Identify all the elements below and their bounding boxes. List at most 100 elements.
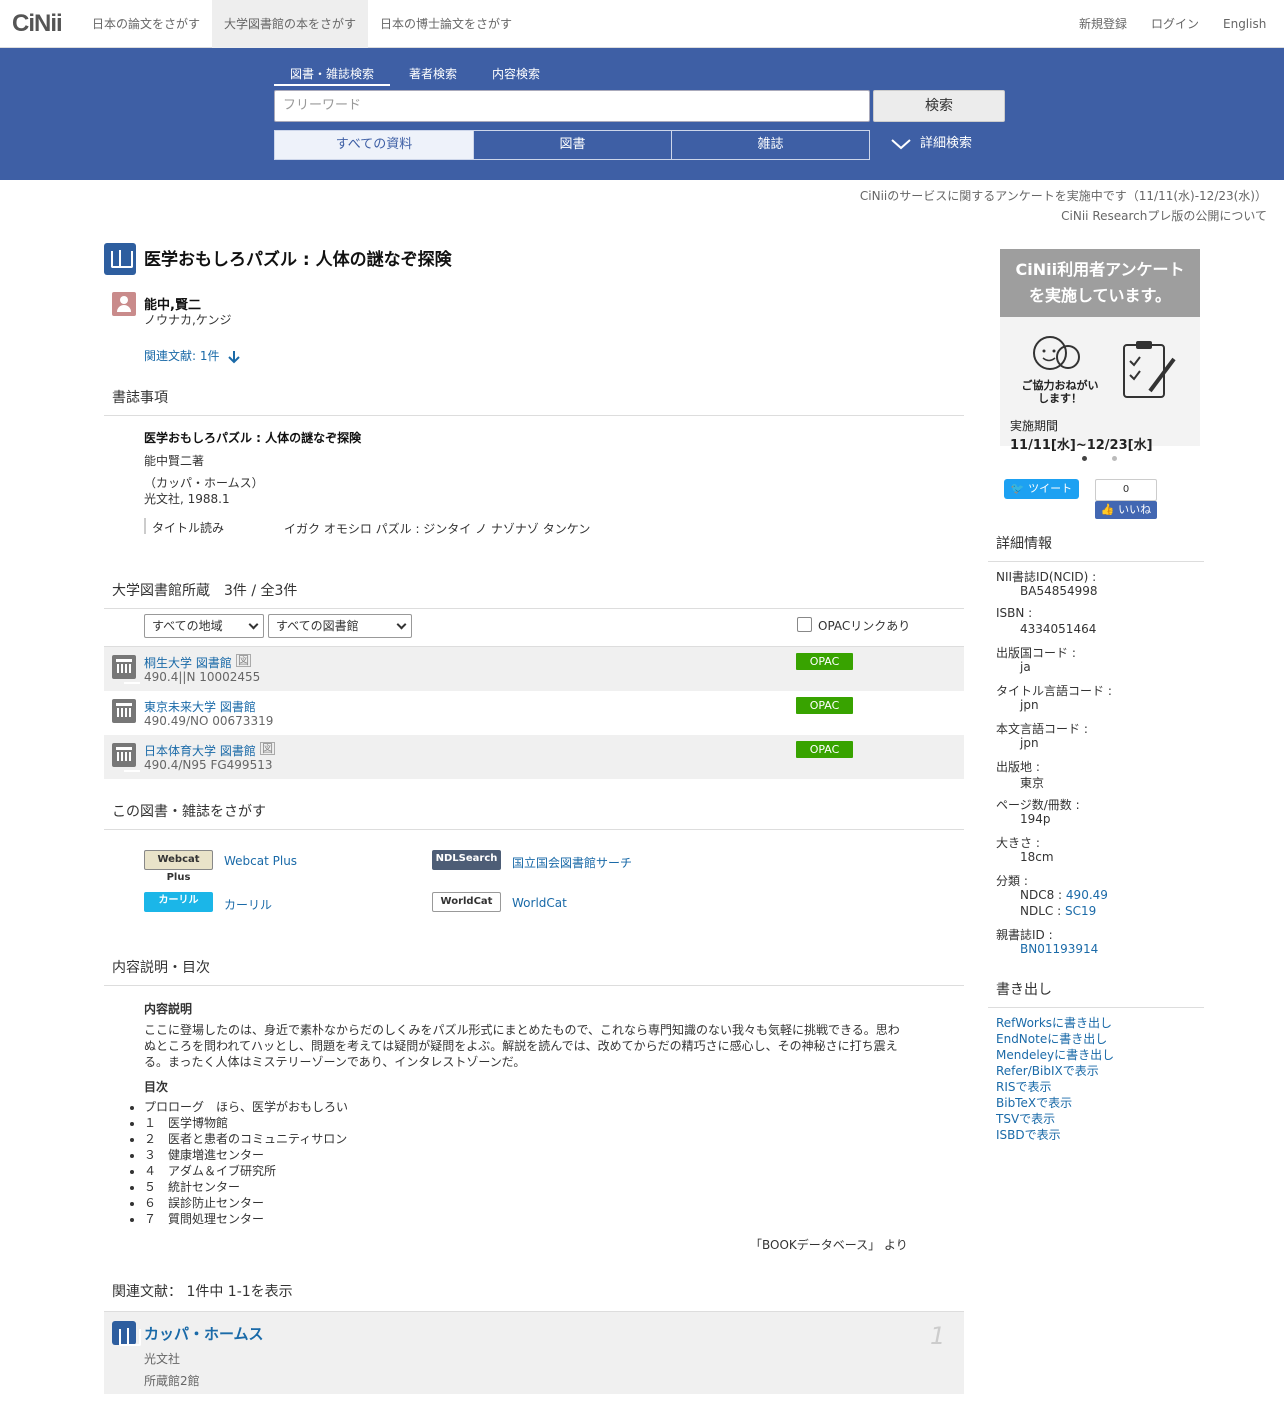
calil-logo[interactable]: カーリル bbox=[144, 892, 213, 912]
toc-item: ４ アダム＆イブ研究所 bbox=[144, 1163, 348, 1179]
chat-icon bbox=[1033, 336, 1080, 370]
filter-books[interactable]: 図書 bbox=[473, 130, 672, 160]
calil-link[interactable]: カーリル bbox=[224, 896, 272, 913]
detail-label: 大きさ : bbox=[996, 836, 1040, 850]
tab-content-search[interactable]: 内容検索 bbox=[492, 65, 540, 82]
ndc8-link[interactable]: 490.49 bbox=[1066, 888, 1108, 902]
opac-button[interactable]: OPAC bbox=[796, 741, 853, 758]
toc-item: ２ 医者と患者のコミュニティサロン bbox=[144, 1131, 348, 1147]
advanced-search-label: 詳細検索 bbox=[920, 136, 973, 151]
callnumber-icon[interactable]: 図 bbox=[260, 742, 275, 755]
reading-divider bbox=[144, 518, 146, 534]
webcat-link[interactable]: Webcat Plus bbox=[224, 854, 297, 868]
callnumber-icon[interactable]: 図 bbox=[236, 654, 251, 667]
nav-articles[interactable]: 日本の論文をさがす bbox=[80, 0, 212, 48]
holdings-heading: 大学図書館所蔵 3件 / 全3件 bbox=[104, 580, 964, 609]
filter-journals[interactable]: 雑誌 bbox=[671, 130, 870, 160]
related-link[interactable]: 関連文献: 1件 bbox=[144, 347, 241, 364]
detail-value: 東京 bbox=[1020, 776, 1045, 790]
region-select[interactable]: すべての地域 bbox=[144, 614, 264, 638]
book-icon bbox=[112, 1321, 141, 1346]
banner-title: CiNii利用者アンケート を実施しています。 bbox=[1000, 249, 1200, 317]
classification-label: 分類 : bbox=[996, 874, 1028, 888]
related-link-label: 関連文献: 1件 bbox=[144, 349, 220, 363]
library-select[interactable]: すべての図書館 bbox=[268, 614, 412, 638]
survey-notice[interactable]: CiNiiのサービスに関するアンケートを実施中です（11/11(水)-12/23… bbox=[860, 187, 1267, 204]
worldcat-logo[interactable]: WorldCat bbox=[432, 892, 501, 912]
toc-item: １ 医学博物館 bbox=[144, 1115, 348, 1131]
advanced-search-toggle[interactable]: 詳細検索 bbox=[890, 130, 972, 160]
description-line: ここに登場したのは、身近で素朴なからだのしくみをパズル形式にまとめたもので、これ… bbox=[144, 1023, 900, 1037]
search-input[interactable]: フリーワード bbox=[274, 90, 870, 122]
library-icon bbox=[112, 699, 140, 728]
library-name[interactable]: 東京未来大学 図書館 bbox=[144, 698, 256, 715]
parent-link[interactable]: BN01193914 bbox=[1020, 942, 1098, 956]
table-row: 桐生大学 図書館 図 490.4||N 10002455 OPAC bbox=[104, 647, 964, 691]
reading-label: タイトル読み bbox=[152, 521, 225, 535]
biblio-author: 能中賢二著 bbox=[144, 454, 205, 468]
research-notice[interactable]: CiNii Researchプレ版の公開について bbox=[1061, 207, 1267, 224]
export-ris[interactable]: RISで表示 bbox=[996, 1078, 1052, 1095]
like-button[interactable]: 👍 いいね bbox=[1095, 501, 1157, 519]
register-link[interactable]: 新規登録 bbox=[1079, 0, 1127, 48]
filter-all[interactable]: すべての資料 bbox=[274, 130, 474, 160]
opac-button[interactable]: OPAC bbox=[796, 653, 853, 670]
opac-filter-label: OPACリンクあり bbox=[818, 619, 911, 633]
region-select-value: すべての地域 bbox=[152, 619, 223, 633]
carousel-dot[interactable] bbox=[1082, 456, 1087, 461]
export-endnote[interactable]: EndNoteに書き出し bbox=[996, 1030, 1107, 1047]
person-icon bbox=[112, 292, 136, 316]
tweet-button[interactable]: 🐦 ツイート bbox=[1004, 479, 1079, 499]
call-number: 490.4||N 10002455 bbox=[144, 670, 261, 684]
export-isbd[interactable]: ISBDで表示 bbox=[996, 1126, 1061, 1143]
like-count: 0 bbox=[1095, 479, 1157, 501]
banner-period: 実施期間 11/11[水]~12/23[水] bbox=[1010, 419, 1153, 453]
description-line: ぬところを問われてハッとし、問題を考えては疑問が疑問をよぶ。解説を読んでは、改め… bbox=[144, 1039, 898, 1053]
toc-item: ３ 健康増進センター bbox=[144, 1147, 348, 1163]
detail-label: ページ数/冊数 : bbox=[996, 798, 1080, 812]
login-link[interactable]: ログイン bbox=[1151, 0, 1199, 48]
export-refer[interactable]: Refer/BibIXで表示 bbox=[996, 1062, 1099, 1079]
search-button[interactable]: 検索 bbox=[873, 90, 1005, 122]
arrow-down-icon bbox=[228, 350, 241, 363]
nav-books[interactable]: 大学図書館の本をさがす bbox=[212, 0, 369, 48]
opac-checkbox[interactable] bbox=[797, 617, 812, 632]
library-name[interactable]: 日本体育大学 図書館 bbox=[144, 742, 256, 759]
detail-value: jpn bbox=[1020, 736, 1039, 750]
detail-value: 18cm bbox=[1020, 850, 1054, 864]
detail-label: ISBN : bbox=[996, 606, 1033, 620]
opac-button[interactable]: OPAC bbox=[796, 697, 853, 714]
export-refworks[interactable]: RefWorksに書き出し bbox=[996, 1014, 1112, 1031]
export-bibtex[interactable]: BibTeXで表示 bbox=[996, 1094, 1072, 1111]
cinii-logo[interactable]: CiNii bbox=[12, 10, 63, 38]
detail-value: jpn bbox=[1020, 698, 1039, 712]
detail-label: 出版国コード : bbox=[996, 646, 1076, 660]
related-item-title[interactable]: カッパ・ホームス bbox=[144, 1323, 264, 1344]
chevron-down-icon bbox=[248, 619, 259, 630]
detail-label: 出版地 : bbox=[996, 760, 1040, 774]
nav-dissertations[interactable]: 日本の博士論文をさがす bbox=[368, 0, 524, 48]
detail-label: タイトル言語コード : bbox=[996, 684, 1112, 698]
table-row: 日本体育大学 図書館 図 490.4/N95 FG499513 OPAC bbox=[104, 735, 964, 779]
detail-value: BA54854998 bbox=[1020, 584, 1098, 598]
library-name[interactable]: 桐生大学 図書館 bbox=[144, 654, 232, 671]
biblio-series: （カッパ・ホームス） bbox=[144, 476, 264, 490]
ndlc-link[interactable]: SC19 bbox=[1065, 904, 1096, 918]
tab-author-search[interactable]: 著者検索 bbox=[409, 65, 457, 82]
biblio-publisher: 光文社, 1988.1 bbox=[144, 492, 230, 506]
worldcat-link[interactable]: WorldCat bbox=[512, 896, 567, 910]
tab-book-search[interactable]: 図書・雑誌検索 bbox=[290, 65, 374, 82]
toc-item: ６ 誤診防止センター bbox=[144, 1195, 348, 1211]
export-tsv[interactable]: TSVで表示 bbox=[996, 1110, 1055, 1127]
webcat-logo[interactable]: Webcat Plus bbox=[144, 850, 213, 883]
ndl-logo[interactable]: NDLSearch bbox=[432, 850, 501, 870]
survey-banner[interactable]: CiNii利用者アンケート を実施しています。 ご協力おねがい します！ 実施期間 … bbox=[1000, 249, 1200, 453]
chevron-down-icon bbox=[396, 619, 407, 630]
carousel-dot[interactable] bbox=[1112, 456, 1117, 461]
toc-list: プロローグ ほら、医学がおもしろい １ 医学博物館 ２ 医者と患者のコミュニティ… bbox=[144, 1099, 348, 1227]
ndl-link[interactable]: 国立国会図書館サーチ bbox=[512, 854, 632, 871]
english-link[interactable]: English bbox=[1223, 0, 1266, 48]
thumbs-up-icon: 👍 bbox=[1100, 503, 1115, 516]
source-note: 「BOOKデータベース」 より bbox=[750, 1238, 908, 1252]
export-mendeley[interactable]: Mendeleyに書き出し bbox=[996, 1046, 1114, 1063]
